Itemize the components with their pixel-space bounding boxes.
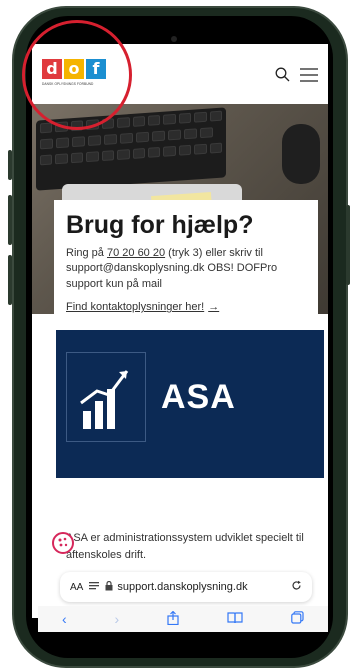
share-icon[interactable] [167, 610, 179, 628]
search-icon[interactable] [275, 67, 290, 87]
screenshot-stage: d o f DANSK OPLYSNINGS FORBUND Brug for … [0, 0, 357, 671]
asa-description: ASA er administrationssystem udviklet sp… [66, 532, 304, 561]
help-text: Ring på 70 20 60 20 (tryk 3) eller skriv… [66, 246, 306, 294]
browser-toolbar: ‹ › [38, 606, 328, 632]
forward-icon[interactable]: › [115, 611, 120, 627]
logo-highlight-circle [22, 20, 132, 130]
contact-link-label: Find kontaktoplysninger her! [66, 301, 205, 314]
text-size-button[interactable]: AA [70, 582, 83, 593]
phone-link[interactable]: 70 20 60 20 [107, 247, 165, 259]
reader-icon[interactable] [89, 581, 100, 593]
phone-volume-down-button [8, 255, 12, 305]
front-camera [171, 36, 177, 42]
reload-icon[interactable] [291, 580, 302, 594]
mouse-illustration [282, 124, 320, 184]
contact-link[interactable]: Find kontaktoplysninger her! → [66, 301, 219, 313]
help-title: Brug for hjælp? [66, 211, 254, 239]
growth-chart-icon [66, 352, 146, 442]
help-card: Brug for hjælp? Ring på 70 20 60 20 (try… [54, 200, 318, 340]
phone-volume-up-button [8, 195, 12, 245]
arrow-right-icon: → [208, 301, 220, 314]
header-actions [275, 67, 318, 87]
asa-label: ASA [161, 378, 236, 416]
phone-power-button [346, 205, 350, 285]
bookmarks-icon[interactable] [227, 611, 243, 627]
help-text-intro: Ring på [66, 246, 107, 259]
browser-url-bar[interactable]: AA support.danskoplysning.dk [60, 572, 312, 602]
cookie-settings-icon[interactable] [52, 532, 74, 554]
url-text: support.danskoplysning.dk [117, 581, 248, 593]
lock-icon [105, 580, 113, 594]
phone-side-button [8, 150, 12, 180]
hamburger-menu-icon[interactable] [300, 67, 318, 87]
back-icon[interactable]: ‹ [62, 611, 67, 627]
tabs-icon[interactable] [291, 611, 304, 627]
asa-card[interactable]: ASA [56, 330, 324, 478]
